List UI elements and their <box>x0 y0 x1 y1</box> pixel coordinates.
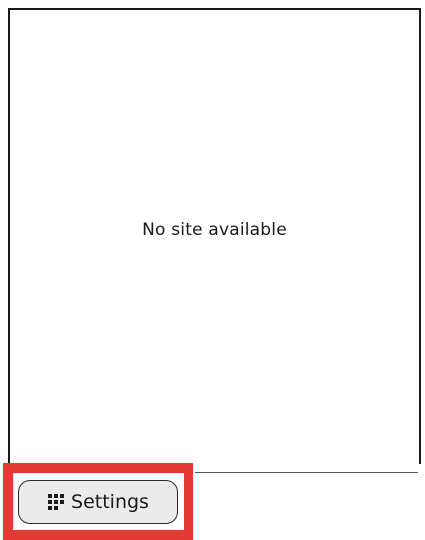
site-panel: No site available <box>8 8 421 464</box>
settings-button-label: Settings <box>71 491 149 513</box>
empty-state-message: No site available <box>142 220 287 240</box>
settings-button[interactable]: Settings <box>18 480 178 524</box>
grid-icon <box>47 491 67 513</box>
footer-divider <box>195 472 418 473</box>
